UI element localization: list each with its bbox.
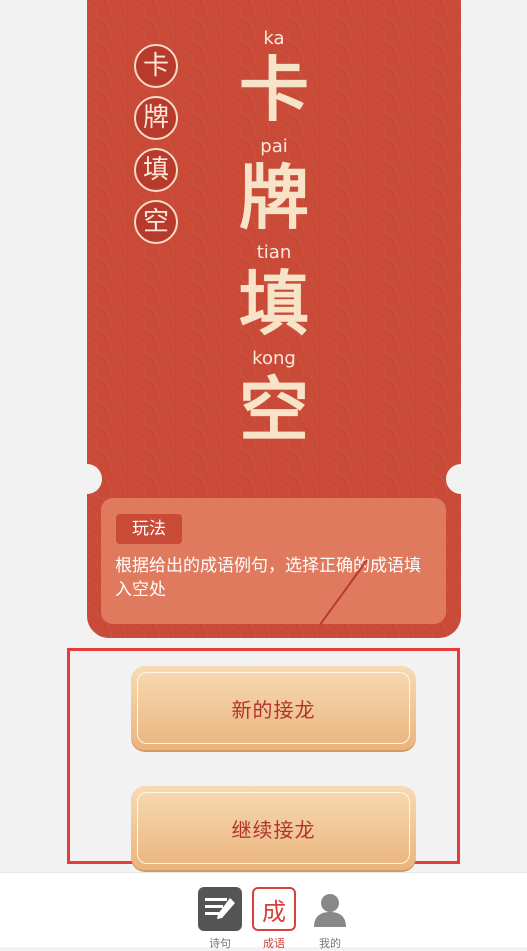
big-char-ka: 卡 [239,49,309,131]
user-icon [308,887,352,931]
big-char-kong: 空 [239,369,309,451]
tab-idioms-label: 成语 [263,937,285,950]
stamp-tian: 填 [134,148,178,192]
pinyin-tian: tian [256,242,292,263]
pencil-note-icon [198,887,242,931]
big-char-tian: 填 [239,263,309,345]
tab-idioms-glyph: 成 [262,897,286,926]
continue-game-label: 继续接龙 [231,817,316,842]
card-notch-right [446,464,476,494]
tab-poems-label: 诗句 [209,937,231,950]
stamp-ka: 卡 [134,44,178,88]
rules-text: 根据给出的成语例句，选择正确的成语填入空处 [115,556,421,600]
stamp-pai: 牌 [134,96,178,140]
side-title-stamps: 卡 牌 填 空 [134,44,178,252]
new-game-button[interactable]: 新的接龙 [131,666,416,750]
pinyin-pai: pai [260,136,288,157]
card-notch-left [72,464,102,494]
tab-poems[interactable]: 诗句 [192,887,248,951]
tab-mine[interactable]: 我的 [302,887,358,951]
continue-game-button[interactable]: 继续接龙 [131,786,416,870]
pinyin-kong: kong [252,348,296,369]
pinyin-ka: ka [263,28,285,49]
stamp-kong: 空 [134,200,178,244]
bottom-tabbar: 诗句 成 成语 我的 [0,872,527,950]
cheng-character-icon: 成 [252,887,296,931]
tab-mine-label: 我的 [319,937,341,950]
rules-tag: 玩法 [116,514,182,544]
big-char-pai: 牌 [239,157,309,239]
new-game-label: 新的接龙 [231,697,316,722]
tab-idioms[interactable]: 成 成语 [246,887,302,951]
